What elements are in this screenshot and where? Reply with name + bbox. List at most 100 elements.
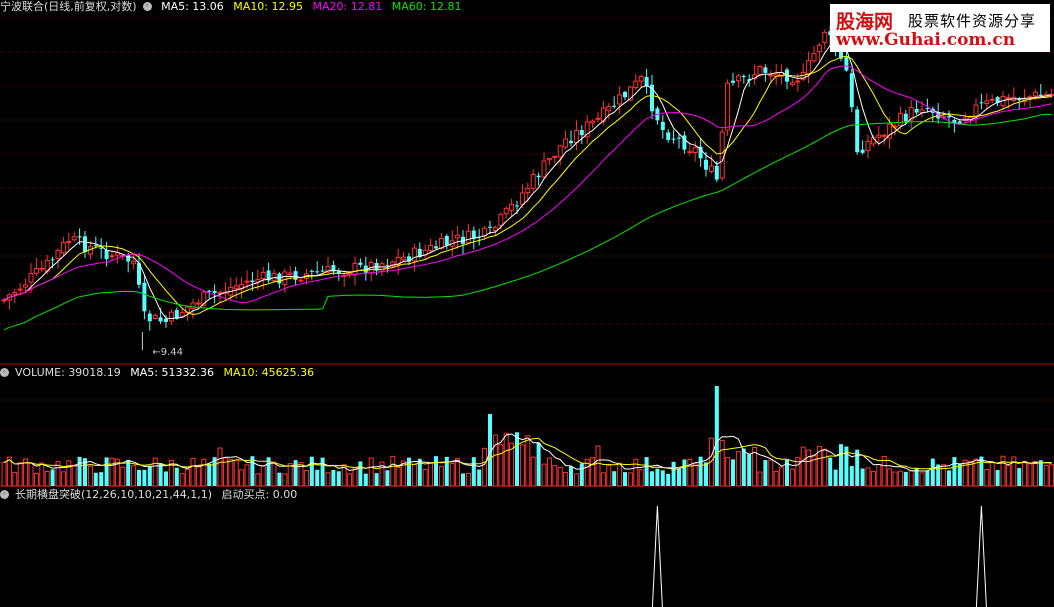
candle-body: [17, 288, 23, 291]
volume-bar: [331, 470, 336, 486]
volume-bar: [1049, 464, 1054, 487]
candle-body: [660, 121, 665, 131]
candle: [266, 262, 271, 284]
candle: [1022, 89, 1028, 107]
candle: [698, 137, 703, 167]
volume-bar: [546, 457, 552, 487]
candle: [612, 96, 617, 109]
candle-body: [623, 91, 627, 98]
volume-bar: [12, 471, 18, 487]
candle-body: [271, 272, 277, 282]
indicator-pane: [651, 505, 987, 607]
candle-body: [358, 262, 363, 265]
candle: [368, 260, 374, 282]
volume-bar: [120, 466, 126, 487]
volume-bar: [44, 471, 50, 487]
candle-body: [731, 80, 735, 83]
volume-bar: [536, 442, 541, 486]
candle: [569, 130, 573, 147]
candle: [563, 130, 569, 149]
volume-bar: [650, 471, 654, 486]
volume-bar: [627, 472, 633, 487]
volume-bar: [1005, 465, 1011, 487]
volume-bar: [903, 471, 908, 486]
volume-bar: [455, 458, 461, 487]
volume-bar: [17, 462, 23, 487]
candle-body: [546, 158, 552, 161]
candle: [39, 260, 45, 273]
volume-bar: [449, 463, 455, 487]
candle-body: [207, 290, 212, 292]
candle-body: [806, 60, 812, 75]
candle-body: [671, 138, 676, 140]
candle-body: [876, 134, 882, 138]
indicator-settings-icon[interactable]: ◦: [0, 490, 9, 499]
volume-bar: [660, 470, 665, 486]
volume-bar: [579, 463, 584, 486]
volume-bar: [947, 470, 951, 486]
watermark-slogan: 股票软件资源分享: [908, 12, 1037, 30]
candle-body: [525, 187, 531, 194]
candle-body: [979, 102, 984, 104]
ma10-label: MA10: 12.95: [233, 0, 304, 13]
volume-bar: [655, 468, 660, 486]
volume-bar: [104, 457, 109, 486]
candle-body: [217, 291, 223, 294]
candle: [1027, 94, 1033, 108]
volume-settings-icon[interactable]: ◦: [0, 368, 9, 377]
volume-bar: [515, 432, 519, 486]
volume-bar: [822, 448, 828, 487]
buy-signal-spike: [651, 505, 663, 607]
candle-body: [530, 173, 536, 189]
volume-bar: [482, 447, 488, 487]
volume-bar: [1032, 460, 1038, 487]
candle: [908, 100, 914, 129]
volume-bar: [347, 473, 353, 487]
volume-bar: [735, 451, 741, 487]
volume-bar: [39, 462, 45, 487]
candle: [99, 238, 104, 259]
volume-bar: [1022, 460, 1028, 487]
volume-bar: [984, 469, 990, 487]
volume-bar: [828, 457, 833, 486]
volume-bar: [590, 457, 596, 487]
volume-bar: [498, 443, 504, 487]
candle-body: [811, 53, 817, 62]
candle-body: [55, 249, 61, 260]
candle-body: [244, 280, 250, 283]
candle-body: [865, 140, 871, 152]
candle: [363, 256, 368, 281]
volume-bar: [887, 468, 893, 487]
candle-body: [60, 242, 66, 254]
candle-body: [287, 272, 293, 275]
volume-bar: [569, 466, 573, 486]
candle-body: [99, 247, 104, 249]
watermark-logo: 股海网 股票软件资源分享 www.Guhai.com.cn: [830, 4, 1050, 52]
candle-body: [66, 240, 72, 243]
volume-bar: [477, 469, 482, 486]
stock-chart[interactable]: ←9.44: [0, 0, 1054, 607]
volume-bar: [201, 458, 207, 487]
candle-body: [488, 226, 492, 228]
volume-bar: [925, 470, 930, 486]
volume-bar: [638, 469, 644, 487]
volume-bar: [87, 465, 93, 487]
volume-bar: [77, 456, 82, 486]
volume-bar: [876, 464, 882, 487]
candle: [552, 155, 558, 164]
candle: [1, 297, 7, 304]
volume-bar: [519, 444, 525, 487]
candle: [752, 64, 758, 85]
candle-body: [509, 203, 515, 211]
volume-bar: [152, 457, 158, 487]
volume-bar: [385, 470, 390, 486]
candle: [1000, 91, 1006, 109]
volume-bar: [768, 459, 774, 487]
volume-bar: [352, 467, 358, 487]
candle-body: [293, 271, 298, 280]
candle-body: [498, 214, 504, 227]
volume-bar: [126, 459, 131, 486]
candle: [207, 289, 212, 299]
settings-circle-icon[interactable]: ◦: [142, 2, 152, 11]
candle: [763, 64, 768, 82]
